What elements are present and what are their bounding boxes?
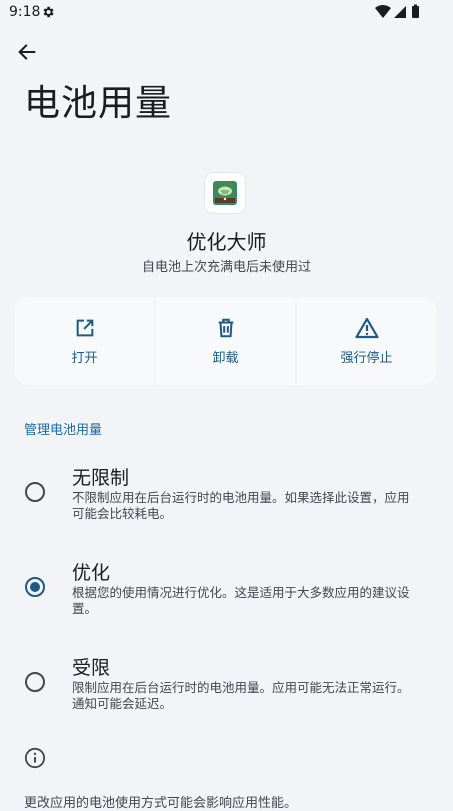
app-name: 优化大师 xyxy=(186,230,267,254)
status-time: 9:18 xyxy=(9,4,41,20)
settings-gear-icon xyxy=(43,6,54,18)
uninstall-button[interactable]: 卸载 xyxy=(156,297,295,385)
app-usage-subtitle: 自电池上次充满电后未使用过 xyxy=(141,260,311,275)
page-title: 电池用量 xyxy=(24,83,173,124)
battery-icon xyxy=(412,6,419,18)
status-icons xyxy=(375,4,419,18)
option-unrestricted[interactable]: 无限制 不限制应用在后台运行时的电池用量。如果选择此设置，应用可能会比较耗电。 xyxy=(0,455,453,535)
option-unrestricted-title: 无限制 xyxy=(72,467,130,489)
option-restricted-title: 受限 xyxy=(72,657,111,679)
option-optimized-desc: 根据您的使用情况进行优化。这是适用于大多数应用的建议设置。 xyxy=(72,585,410,616)
force-stop-button-label: 强行停止 xyxy=(340,350,393,366)
back-button[interactable] xyxy=(13,38,41,66)
option-optimized-title: 优化 xyxy=(72,562,111,584)
radio-restricted[interactable] xyxy=(25,672,45,692)
section-header: 管理电池用量 xyxy=(24,423,103,438)
option-restricted-desc: 限制应用在后台运行时的电池用量。应用可能无法正常运行。通知可能会延迟。 xyxy=(72,680,410,711)
info-icon xyxy=(24,747,46,769)
app-icon xyxy=(205,173,245,213)
radio-unrestricted[interactable] xyxy=(25,482,45,502)
uninstall-button-label: 卸载 xyxy=(212,350,239,366)
signal-icon xyxy=(394,6,406,18)
option-restricted[interactable]: 受限 限制应用在后台运行时的电池用量。应用可能无法正常运行。通知可能会延迟。 xyxy=(0,645,453,725)
radio-optimized[interactable] xyxy=(25,577,45,597)
trash-icon xyxy=(218,318,233,337)
action-bar: 打开 卸载 强行停止 xyxy=(15,297,436,385)
wifi-icon xyxy=(375,5,391,18)
status-bar: 9:18 xyxy=(0,0,453,26)
force-stop-button[interactable]: 强行停止 xyxy=(297,297,436,385)
option-unrestricted-desc: 不限制应用在后台运行时的电池用量。如果选择此设置，应用可能会比较耗电。 xyxy=(72,490,410,521)
app-cleaner-icon xyxy=(213,181,237,205)
option-optimized[interactable]: 优化 根据您的使用情况进行优化。这是适用于大多数应用的建议设置。 xyxy=(0,550,453,630)
warning-icon xyxy=(354,317,379,338)
open-external-icon xyxy=(76,319,93,336)
open-button[interactable]: 打开 xyxy=(15,297,154,385)
open-button-label: 打开 xyxy=(71,350,98,366)
arrow-back-icon xyxy=(18,44,36,60)
footer-note: 更改应用的电池使用方式可能会影响应用性能。 xyxy=(24,796,298,811)
